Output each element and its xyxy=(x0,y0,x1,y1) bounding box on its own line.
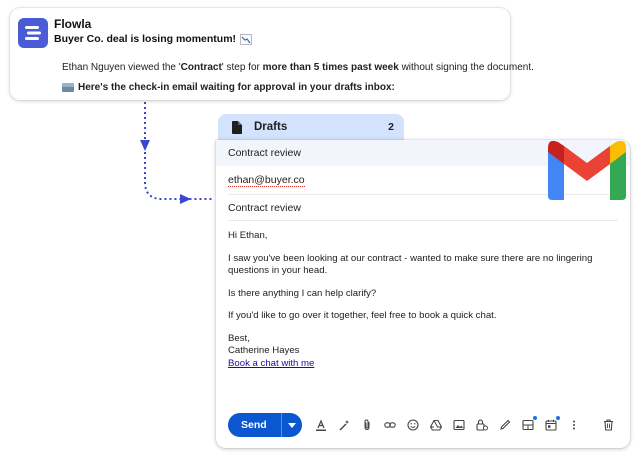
schedule-button[interactable] xyxy=(540,414,562,436)
step-name: Contract xyxy=(180,62,222,73)
notification-headline: Buyer Co. deal is losing momentum! xyxy=(54,33,253,45)
to-field[interactable]: ethan@buyer.co xyxy=(228,174,305,187)
notification-card: Flowla Buyer Co. deal is losing momentum… xyxy=(10,8,534,100)
drive-icon xyxy=(429,419,442,431)
body-greeting: Hi Ethan, xyxy=(228,230,268,241)
pen-icon xyxy=(499,419,510,430)
layouts-button[interactable] xyxy=(517,414,539,436)
discard-draft-button[interactable] xyxy=(598,415,618,435)
link-icon xyxy=(383,422,396,428)
notification-detail: Ethan Nguyen viewed the 'Contract' step … xyxy=(62,62,534,73)
formatting-button[interactable] xyxy=(310,414,332,436)
more-vert-icon xyxy=(572,420,575,430)
lock-clock-icon xyxy=(476,419,488,431)
recipient-email[interactable]: ethan@buyer.co xyxy=(228,174,305,187)
flowla-logo xyxy=(18,18,48,48)
body-signature: Catherine Hayes xyxy=(228,345,300,356)
attach-button[interactable] xyxy=(356,414,378,436)
contact-name: Ethan Nguyen xyxy=(62,62,126,73)
new-feature-dot xyxy=(532,416,537,420)
signature-button[interactable] xyxy=(494,414,516,436)
caret-down-icon xyxy=(287,422,296,428)
smiley-icon xyxy=(407,419,419,431)
compose-toolbar: Send xyxy=(228,412,585,438)
emoji-button[interactable] xyxy=(402,414,424,436)
insert-photo-button[interactable] xyxy=(448,414,470,436)
confidential-mode-button[interactable] xyxy=(471,414,493,436)
book-chat-link[interactable]: Book a chat with me xyxy=(228,358,314,369)
body-paragraph-1: I saw you've been looking at our contrac… xyxy=(228,252,593,277)
document-icon xyxy=(232,120,242,134)
detail-text-b: ' step for xyxy=(221,62,263,73)
more-options-button[interactable] xyxy=(563,414,585,436)
new-feature-dot xyxy=(555,416,560,420)
cta-text: Here's the check-in email waiting for ap… xyxy=(78,82,395,93)
calendar-icon xyxy=(545,419,557,431)
subject-field[interactable]: Contract review xyxy=(228,202,301,214)
image-icon xyxy=(453,419,465,431)
body-paragraph-3: If you'd like to go over it together, fe… xyxy=(228,310,497,321)
text-format-icon xyxy=(315,419,326,431)
send-button-group: Send xyxy=(228,413,302,437)
insert-link-button[interactable] xyxy=(379,414,401,436)
email-body[interactable]: Hi Ethan, I saw you've been looking at o… xyxy=(228,230,618,370)
paperclip-icon xyxy=(364,419,370,431)
headline-text: Buyer Co. deal is losing momentum! xyxy=(54,33,237,45)
divider xyxy=(228,220,618,221)
drafts-tab[interactable]: Drafts 2 xyxy=(218,114,404,140)
drafts-count: 2 xyxy=(388,121,394,133)
send-options-button[interactable] xyxy=(282,413,302,437)
send-button[interactable]: Send xyxy=(228,413,281,437)
detail-text-a: viewed the ' xyxy=(125,62,181,73)
ai-writing-button[interactable] xyxy=(333,414,355,436)
body-paragraph-2: Is there anything I can help clarify? xyxy=(228,287,377,299)
layout-icon xyxy=(522,419,534,431)
magic-pen-icon xyxy=(339,420,349,431)
detail-text-c: without signing the document. xyxy=(398,62,534,73)
notification-cta: Here's the check-in email waiting for ap… xyxy=(62,82,395,93)
chart-decreasing-icon xyxy=(240,33,253,45)
gmail-logo xyxy=(548,140,626,200)
drive-button[interactable] xyxy=(425,414,447,436)
app-name: Flowla xyxy=(54,17,92,31)
inbox-tray-icon xyxy=(62,83,74,92)
trash-icon xyxy=(603,419,613,431)
duration-text: more than 5 times past week xyxy=(262,62,399,73)
drafts-label: Drafts xyxy=(254,121,288,133)
body-signoff: Best, xyxy=(228,332,250,344)
